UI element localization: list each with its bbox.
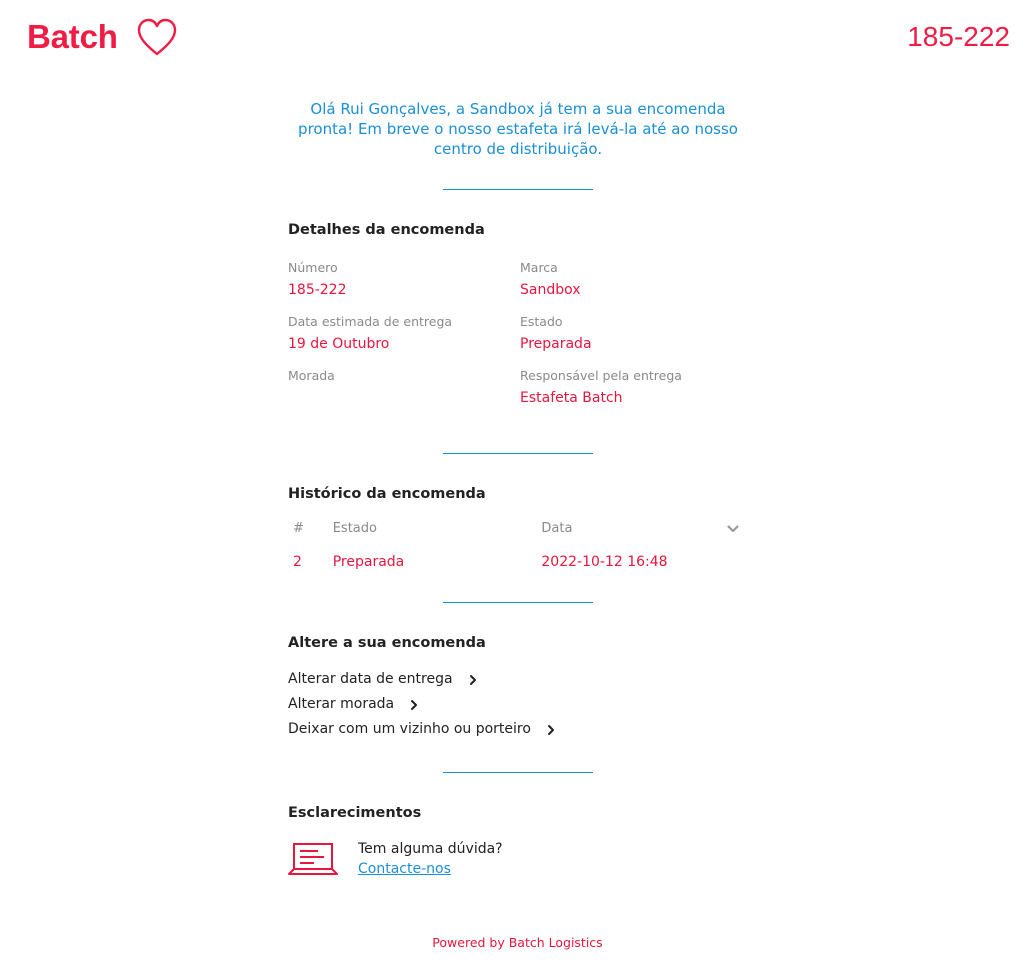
history-cell-data: 2022-10-12 16:48 xyxy=(541,554,668,570)
header-order-number: 185-222 xyxy=(907,21,1010,52)
chevron-right-icon xyxy=(547,724,554,735)
change-option-label: Alterar data de entrega xyxy=(288,671,453,687)
detail-responsavel: Responsável pela entrega Estafeta Batch xyxy=(520,368,748,408)
history-cell-empty xyxy=(720,548,740,572)
detail-label: Morada xyxy=(288,368,335,383)
detail-value: 185-222 xyxy=(288,282,347,298)
column-header-data: Data xyxy=(541,521,573,536)
order-history-section: Histórico da encomenda # Estado Data 2 P… xyxy=(288,484,748,572)
leave-with-neighbor-link[interactable]: Deixar com um vizinho ou porteiro xyxy=(288,717,748,742)
help-text: Tem alguma dúvida? Contacte-nos xyxy=(358,839,503,879)
change-option-label: Alterar morada xyxy=(288,696,395,712)
detail-value: Sandbox xyxy=(520,282,581,298)
top-bar: Batch 185-222 xyxy=(0,0,1035,80)
order-details-section: Detalhes da encomenda Número 185-222 Mar… xyxy=(288,220,748,408)
detail-data-entrega: Data estimada de entrega 19 de Outubro xyxy=(288,314,520,354)
change-order-title: Altere a sua encomenda xyxy=(288,635,486,651)
order-details-grid: Número 185-222 Marca Sandbox Data estima… xyxy=(288,260,748,408)
history-cell-num: 2 xyxy=(293,554,302,570)
chevron-right-icon xyxy=(411,699,418,710)
change-option-label: Deixar com um vizinho ou porteiro xyxy=(288,721,531,737)
help-row: Tem alguma dúvida? Contacte-nos xyxy=(288,839,748,879)
history-table: # Estado Data 2 Preparada 2022-10-12 16:… xyxy=(288,520,740,572)
help-title: Esclarecimentos xyxy=(288,805,422,821)
table-row: 2 Preparada 2022-10-12 16:48 xyxy=(288,548,740,572)
detail-label: Número xyxy=(288,260,338,275)
detail-numero: Número 185-222 xyxy=(288,260,520,300)
heart-icon xyxy=(137,18,176,56)
history-toggle[interactable] xyxy=(720,520,740,548)
detail-estado: Estado Preparada xyxy=(520,314,748,354)
detail-morada: Morada xyxy=(288,368,520,408)
detail-label: Responsável pela entrega xyxy=(520,368,682,383)
help-section: Esclarecimentos Tem alguma dúvida? Conta… xyxy=(288,803,748,879)
section-divider xyxy=(443,602,593,603)
footer-powered-by[interactable]: Powered by Batch Logistics xyxy=(0,935,1035,951)
change-order-section: Altere a sua encomenda Alterar data de e… xyxy=(288,633,748,742)
contact-us-link[interactable]: Contacte-nos xyxy=(358,861,451,877)
detail-value: Preparada xyxy=(520,336,592,352)
detail-marca: Marca Sandbox xyxy=(520,260,748,300)
laptop-icon xyxy=(288,843,338,875)
detail-label: Estado xyxy=(520,314,563,329)
detail-value-redacted xyxy=(288,388,520,399)
section-divider xyxy=(443,189,593,190)
section-divider xyxy=(443,772,593,773)
chevron-right-icon xyxy=(469,674,476,685)
history-header-row: # Estado Data xyxy=(288,520,740,548)
order-details-title: Detalhes da encomenda xyxy=(288,222,485,238)
detail-value: 19 de Outubro xyxy=(288,336,390,352)
chevron-down-icon[interactable] xyxy=(726,522,740,536)
column-header-num: # xyxy=(293,521,304,536)
intro-message: Olá Rui Gonçalves, a Sandbox já tem a su… xyxy=(298,100,738,158)
detail-value: Estafeta Batch xyxy=(520,390,623,406)
help-question: Tem alguma dúvida? xyxy=(358,841,503,857)
change-delivery-date-link[interactable]: Alterar data de entrega xyxy=(288,667,748,692)
change-address-link[interactable]: Alterar morada xyxy=(288,692,748,717)
brand-logo[interactable]: Batch xyxy=(27,14,178,59)
order-history-title: Histórico da encomenda xyxy=(288,486,486,502)
brand-name: Batch xyxy=(27,17,118,55)
detail-label: Data estimada de entrega xyxy=(288,314,453,329)
main-content: Olá Rui Gonçalves, a Sandbox já tem a su… xyxy=(288,99,748,879)
history-cell-estado: Preparada xyxy=(332,554,405,570)
change-options-list: Alterar data de entrega Alterar morada D… xyxy=(288,667,748,742)
column-header-estado: Estado xyxy=(332,521,377,536)
section-divider xyxy=(443,453,593,454)
detail-label: Marca xyxy=(520,260,558,275)
